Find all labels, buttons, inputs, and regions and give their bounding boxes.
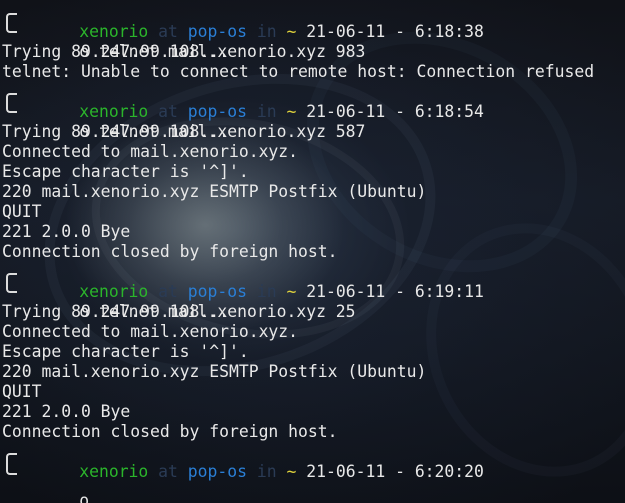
- terminal-window[interactable]: xenorio at pop-os in ~ 21-06-11 - 6:18:3…: [0, 0, 625, 503]
- command-line: o telnet mail.xenorio.xyz 587: [2, 102, 625, 141]
- command-line: o telnet mail.xenorio.xyz 983: [2, 22, 625, 61]
- prompt-branch-icon: [6, 22, 17, 33]
- prompt-bullet: o: [79, 491, 90, 503]
- output-line: Connected to mail.xenorio.xyz.: [2, 142, 299, 161]
- output-line: Trying 89.247.99.108...: [2, 122, 229, 141]
- output-line: Connection closed by foreign host.: [2, 242, 338, 261]
- output-line: Trying 89.247.99.108...: [2, 302, 229, 321]
- prompt-branch-icon: [6, 282, 17, 293]
- output-line: 220 mail.xenorio.xyz ESMTP Postfix (Ubun…: [2, 362, 427, 381]
- prompt-branch-icon: [6, 102, 17, 113]
- output-line: Escape character is '^]'.: [2, 342, 249, 361]
- output-line: Connection closed by foreign host.: [2, 422, 338, 441]
- output-line: QUIT: [2, 202, 42, 221]
- command-line: o telnet mail.xenorio.xyz 25: [2, 282, 625, 321]
- prompt-line: xenorio at pop-os in ~ 21-06-11 - 6:18:5…: [2, 82, 625, 121]
- prompt-line: xenorio at pop-os in ~ 21-06-11 - 6:19:1…: [2, 262, 625, 301]
- output-line: Connected to mail.xenorio.xyz.: [2, 322, 299, 341]
- terminal-output: xenorio at pop-os in ~ 21-06-11 - 6:18:3…: [2, 2, 625, 503]
- output-line: telnet: Unable to connect to remote host…: [2, 62, 595, 81]
- output-line: 220 mail.xenorio.xyz ESMTP Postfix (Ubun…: [2, 182, 427, 201]
- output-line: Escape character is '^]'.: [2, 162, 249, 181]
- prompt-line: xenorio at pop-os in ~ 21-06-11 - 6:18:3…: [2, 2, 625, 41]
- command-input-line[interactable]: o _: [2, 462, 625, 503]
- output-line: QUIT: [2, 382, 42, 401]
- prompt-branch-icon: [6, 464, 17, 475]
- prompt-line: xenorio at pop-os in ~ 21-06-11 - 6:20:2…: [2, 442, 625, 481]
- output-line: 221 2.0.0 Bye: [2, 222, 131, 241]
- output-line: 221 2.0.0 Bye: [2, 402, 131, 421]
- terminal-cursor[interactable]: _: [99, 491, 109, 503]
- output-line: Trying 89.247.99.108...: [2, 42, 229, 61]
